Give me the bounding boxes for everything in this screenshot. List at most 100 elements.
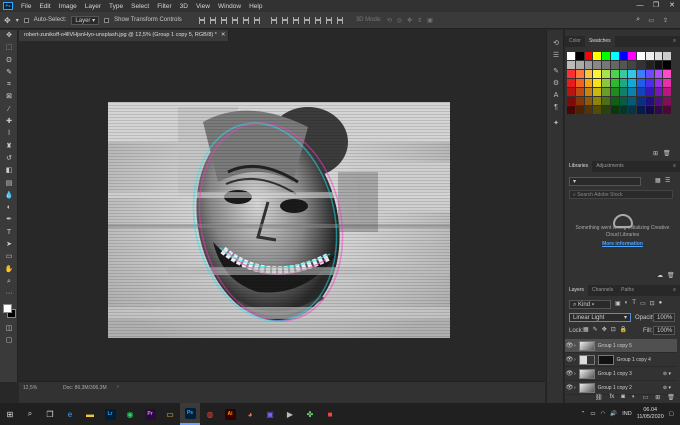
color-swatch[interactable]: [645, 61, 654, 69]
layer-name[interactable]: Group 1 copy 3: [598, 371, 632, 377]
status-arrow-icon[interactable]: ›: [117, 384, 119, 390]
color-swatch[interactable]: [619, 52, 628, 60]
filter-toggle-icon[interactable]: ●: [659, 300, 663, 307]
color-swatch[interactable]: [637, 106, 645, 114]
foreground-color-swatch[interactable]: [3, 303, 12, 313]
show-transform-checkbox[interactable]: [104, 17, 110, 23]
color-swatch[interactable]: [584, 88, 593, 96]
color-swatch[interactable]: [575, 88, 584, 96]
color-swatch[interactable]: [619, 106, 628, 114]
3d-scale-icon[interactable]: ▣: [427, 17, 433, 24]
lock-all-icon[interactable]: 🔒: [620, 326, 627, 333]
brushes-panel-icon[interactable]: ✦: [547, 118, 565, 130]
volume-icon[interactable]: 🔊: [610, 411, 617, 417]
menu-type[interactable]: Type: [105, 3, 127, 10]
taskbar-app-lightroom[interactable]: Lr: [100, 403, 120, 425]
color-swatch[interactable]: [637, 88, 645, 96]
hand-tool-icon[interactable]: ✋: [0, 264, 18, 276]
color-swatch[interactable]: [593, 52, 601, 60]
layer-row[interactable]: 👁 › Group 1 copy 5: [565, 339, 677, 353]
color-swatch[interactable]: [645, 106, 654, 114]
eyedropper-tool-icon[interactable]: ⁄: [0, 104, 18, 116]
distribute-icon[interactable]: [336, 16, 343, 24]
color-swatch[interactable]: [628, 61, 636, 69]
color-swatch[interactable]: [593, 79, 601, 87]
color-swatch[interactable]: [602, 106, 610, 114]
align-icon[interactable]: [253, 16, 260, 24]
menu-file[interactable]: File: [17, 3, 35, 10]
color-swatch[interactable]: [602, 79, 610, 87]
pen-tool-icon[interactable]: ✒: [0, 214, 18, 226]
file-explorer-icon[interactable]: ▬: [80, 403, 100, 425]
distribute-icon[interactable]: [303, 16, 310, 24]
color-swatch[interactable]: [645, 88, 654, 96]
menu-image[interactable]: Image: [55, 3, 81, 10]
color-swatch[interactable]: [654, 70, 663, 78]
color-swatch[interactable]: [575, 79, 584, 87]
layer-filter-dropdown[interactable]: ⌕ Kind ▾: [569, 300, 611, 309]
layer-expand-icon[interactable]: ›: [574, 385, 576, 391]
menu-window[interactable]: Window: [214, 3, 245, 10]
cc-sync-icon[interactable]: ☁: [657, 272, 663, 279]
document-tab[interactable]: robert-zunikoff-o4llVHjsnHyo-unsplash.jp…: [19, 30, 229, 41]
search-icon[interactable]: ⌕: [636, 16, 640, 24]
color-swatch[interactable]: [637, 70, 645, 78]
zoom-level[interactable]: 12,5%: [23, 385, 37, 391]
tray-chevron-icon[interactable]: ⌃: [581, 411, 586, 417]
layer-name[interactable]: Group 1 copy 4: [617, 357, 651, 363]
properties-panel-icon[interactable]: ☰: [547, 50, 565, 62]
color-swatch[interactable]: [584, 52, 593, 60]
list-view-icon[interactable]: ☰: [665, 177, 670, 184]
firefox-icon[interactable]: ◕: [240, 403, 260, 425]
align-icon[interactable]: [209, 16, 216, 24]
tab-layers[interactable]: Layers: [565, 285, 589, 296]
task-view-icon[interactable]: ❐: [40, 403, 60, 425]
visibility-eye-icon[interactable]: 👁: [565, 381, 574, 395]
color-swatch[interactable]: [584, 97, 593, 105]
maximize-icon[interactable]: ❐: [648, 0, 664, 12]
panel-menu-icon[interactable]: ≡: [669, 36, 680, 47]
distribute-icon[interactable]: [292, 16, 299, 24]
color-swatch[interactable]: [610, 106, 619, 114]
align-icon[interactable]: [231, 16, 238, 24]
color-swatch[interactable]: [637, 97, 645, 105]
color-swatch[interactable]: [575, 52, 584, 60]
color-swatch[interactable]: [628, 70, 636, 78]
3d-orbit-icon[interactable]: ⟲: [387, 17, 392, 24]
red-app-icon[interactable]: ■: [320, 403, 340, 425]
marquee-tool-icon[interactable]: ⬚: [0, 42, 18, 54]
paragraph-panel-icon[interactable]: ¶: [547, 102, 565, 114]
tab-swatches[interactable]: Swatches: [584, 36, 615, 47]
color-swatch[interactable]: [645, 70, 654, 78]
lasso-tool-icon[interactable]: ʘ: [0, 55, 18, 67]
character-panel-icon[interactable]: A: [547, 90, 565, 102]
color-swatch[interactable]: [575, 106, 584, 114]
panel-menu-icon[interactable]: ≡: [669, 285, 680, 296]
color-swatch[interactable]: [602, 88, 610, 96]
color-swatch[interactable]: [610, 52, 619, 60]
move-tool-icon[interactable]: ✥: [4, 16, 11, 25]
tab-paths[interactable]: Paths: [617, 285, 638, 296]
fill-input[interactable]: 100%: [653, 326, 675, 335]
color-swatch[interactable]: [567, 106, 575, 114]
history-brush-tool-icon[interactable]: ↺: [0, 153, 18, 165]
color-swatch[interactable]: [663, 70, 671, 78]
new-layer-icon[interactable]: ⊞: [655, 394, 660, 401]
whatsapp-icon[interactable]: ◉: [120, 403, 140, 425]
edge-browser-icon[interactable]: e: [60, 403, 80, 425]
filter-adjustment-icon[interactable]: ◐: [625, 300, 629, 307]
filter-pixel-icon[interactable]: ▣: [615, 300, 621, 307]
gradient-tool-icon[interactable]: ▤: [0, 178, 18, 190]
color-swatch[interactable]: [593, 97, 601, 105]
distribute-icon[interactable]: [314, 16, 321, 24]
layer-style-icon[interactable]: fx: [610, 394, 615, 401]
opacity-input[interactable]: 100%: [653, 313, 675, 322]
color-swatch[interactable]: [663, 97, 671, 105]
lock-pixels-icon[interactable]: ✎: [593, 326, 598, 333]
new-group-icon[interactable]: ▭: [643, 394, 649, 401]
delete-layer-icon[interactable]: 🗑: [667, 394, 675, 401]
path-select-tool-icon[interactable]: ➤: [0, 239, 18, 251]
language-indicator[interactable]: IND: [622, 411, 631, 417]
color-swatch[interactable]: [584, 70, 593, 78]
color-swatch[interactable]: [567, 52, 575, 60]
